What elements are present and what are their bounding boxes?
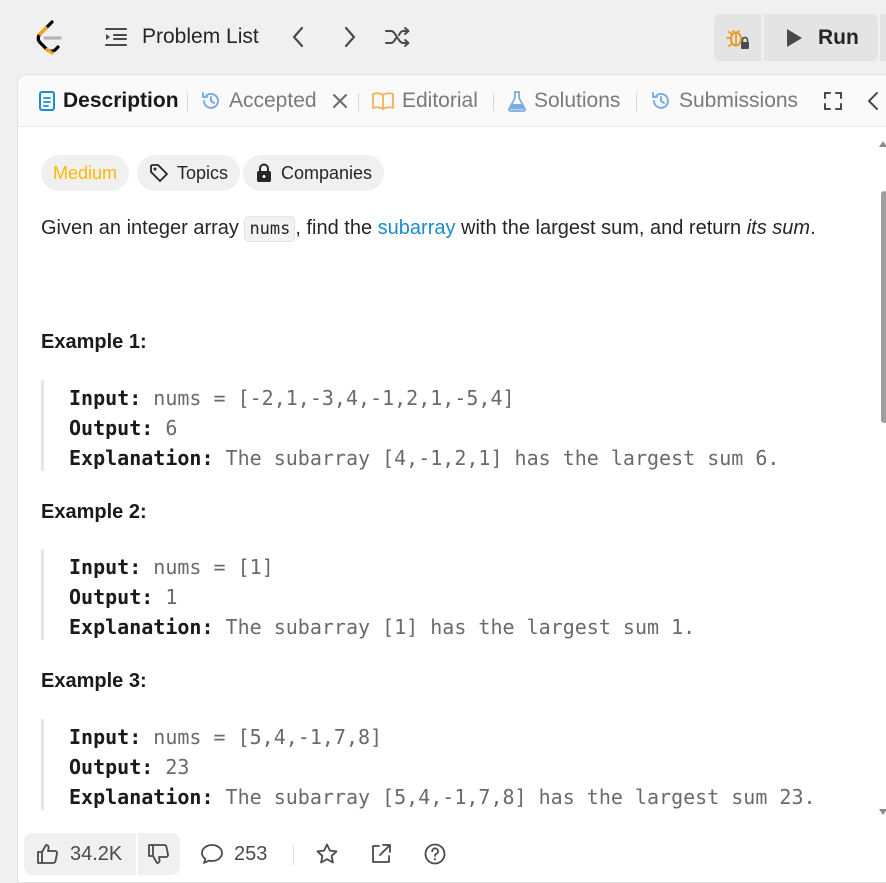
book-icon	[372, 92, 394, 110]
example-input: Input: nums = [5,4,-1,7,8]	[69, 725, 383, 749]
example-output: Output: 6	[69, 416, 178, 440]
example-input: Input: nums = [1]	[69, 555, 274, 579]
scrollbar-thumb[interactable]	[881, 191, 886, 423]
history-icon	[652, 92, 669, 109]
chevron-left-icon	[292, 26, 304, 48]
tab-divider	[493, 93, 494, 111]
example-explanation: Explanation: The subarray [1] has the la…	[69, 615, 696, 639]
tab-divider	[358, 93, 359, 111]
prev-problem-button[interactable]	[284, 22, 312, 52]
bug-lock-icon	[725, 29, 749, 49]
thumbs-down-icon	[148, 844, 169, 864]
panel-tabs: Description Accepted Editorial Solutions…	[18, 75, 886, 127]
example-explanation: Explanation: The subarray [5,4,-1,7,8] h…	[69, 785, 816, 809]
companies-button[interactable]: Companies	[243, 155, 385, 191]
debug-button[interactable]	[714, 14, 761, 61]
example-title: Example 1:	[41, 331, 147, 353]
tab-submissions[interactable]: Submissions	[650, 75, 798, 127]
tab-editorial[interactable]: Editorial	[371, 75, 478, 127]
lock-icon	[257, 163, 271, 182]
problem-description: Given an integer array nums, find the su…	[41, 216, 816, 242]
panel-footer: 34.2K 253	[18, 817, 886, 882]
example-block: Input: nums = [-2,1,-3,4,-1,2,1,-5,4] Ou…	[41, 380, 861, 471]
description-text: with the largest sum, and return	[455, 217, 747, 239]
tab-description-label: Description	[63, 89, 179, 112]
top-navbar: Problem List Run	[0, 0, 886, 74]
comments-button[interactable]: 253	[200, 833, 267, 875]
example-output: Output: 23	[69, 755, 190, 779]
run-button[interactable]: Run	[764, 14, 878, 61]
description-text: .	[810, 217, 816, 239]
fullscreen-icon	[824, 92, 842, 110]
example-title: Example 2:	[41, 501, 147, 523]
example-explanation: Explanation: The subarray [4,-1,2,1] has…	[69, 446, 780, 470]
share-icon	[372, 844, 391, 863]
description-text: , find the	[295, 217, 378, 239]
example-output: Output: 1	[69, 585, 178, 609]
topics-button[interactable]: Topics	[137, 155, 241, 191]
difficulty-label: Medium	[53, 162, 118, 183]
list-indent-icon	[105, 28, 127, 46]
tab-submissions-label: Submissions	[679, 89, 799, 112]
inline-code: nums	[244, 216, 296, 242]
description-content: Medium Topics Companies Given an integer…	[18, 127, 886, 817]
companies-label: Companies	[281, 162, 373, 183]
share-button[interactable]	[369, 833, 393, 875]
tab-solutions[interactable]: Solutions	[507, 75, 620, 127]
example-block: Input: nums = [1] Output: 1 Explanation:…	[41, 549, 861, 640]
close-icon[interactable]	[330, 91, 350, 111]
tab-divider	[636, 93, 637, 111]
history-icon	[202, 92, 219, 109]
description-emphasis: its sum	[746, 217, 811, 239]
help-button[interactable]	[423, 833, 447, 875]
run-label: Run	[818, 25, 859, 49]
favorite-button[interactable]	[315, 833, 339, 875]
comment-icon	[201, 844, 223, 864]
tab-solutions-label: Solutions	[534, 89, 621, 112]
like-button[interactable]: 34.2K	[24, 833, 136, 875]
vote-group: 34.2K	[24, 833, 180, 875]
tab-accepted[interactable]: Accepted	[200, 75, 350, 127]
document-icon	[39, 91, 55, 111]
problem-list-label: Problem List	[142, 25, 259, 48]
comment-count: 253	[234, 842, 268, 865]
collapse-panel-button[interactable]	[866, 75, 880, 127]
topics-label: Topics	[177, 162, 229, 183]
dislike-button[interactable]	[138, 833, 180, 875]
play-icon	[787, 28, 802, 47]
scroll-down-arrow-icon[interactable]	[879, 809, 886, 815]
chevron-right-icon	[344, 26, 356, 48]
tab-editorial-label: Editorial	[402, 89, 478, 112]
flask-icon	[508, 91, 526, 112]
question-circle-icon	[424, 843, 446, 865]
example-title: Example 3:	[41, 670, 147, 692]
subarray-link[interactable]: subarray	[378, 217, 456, 239]
like-count: 34.2K	[70, 842, 123, 865]
next-problem-button[interactable]	[336, 22, 364, 52]
submit-button-edge[interactable]	[880, 14, 886, 61]
tab-description[interactable]: Description	[38, 75, 179, 127]
tag-icon	[150, 164, 168, 182]
tab-divider	[187, 93, 188, 111]
scroll-up-arrow-icon[interactable]	[879, 141, 886, 147]
random-problem-button[interactable]	[384, 22, 412, 52]
description-text: Given an integer array	[41, 217, 245, 239]
maximize-button[interactable]	[822, 75, 844, 127]
leetcode-logo-icon[interactable]	[34, 20, 66, 56]
problem-list-button[interactable]: Problem List	[104, 22, 259, 52]
description-panel: Description Accepted Editorial Solutions…	[17, 74, 886, 883]
chevron-left-icon	[868, 92, 878, 110]
shuffle-icon	[385, 27, 410, 47]
thumbs-up-icon	[37, 844, 58, 864]
difficulty-badge: Medium	[41, 155, 130, 191]
tab-accepted-label: Accepted	[229, 89, 317, 112]
star-icon	[316, 843, 338, 864]
scrollbar[interactable]	[877, 131, 886, 817]
footer-divider	[293, 845, 294, 865]
example-block: Input: nums = [5,4,-1,7,8] Output: 23 Ex…	[41, 719, 861, 810]
example-input: Input: nums = [-2,1,-3,4,-1,2,1,-5,4]	[69, 386, 515, 410]
